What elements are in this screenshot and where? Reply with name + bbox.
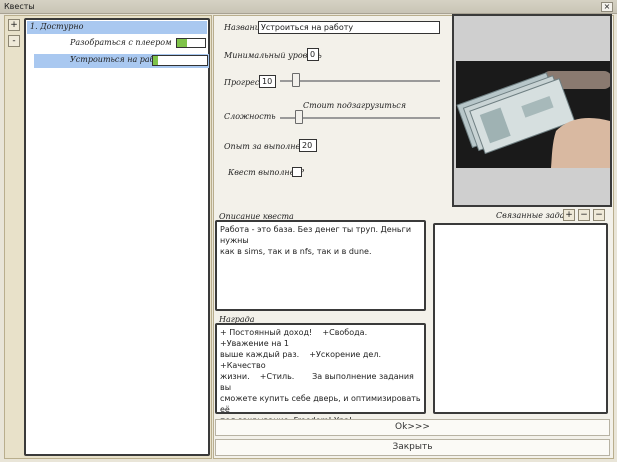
ok-button[interactable]: Ok>>> — [215, 419, 610, 436]
tree-item-progress — [152, 55, 208, 66]
tree-item-selected[interactable]: Устроиться на работу — [34, 54, 209, 68]
difficulty-label: Сложность — [224, 112, 276, 121]
difficulty-slider-thumb[interactable] — [295, 110, 303, 124]
money-photo — [456, 61, 610, 168]
linked-remove-button[interactable]: − — [578, 209, 590, 221]
reward-textarea[interactable]: + Постоянный доход! +Свобода. +Уважение … — [215, 323, 426, 425]
tree-item[interactable]: Разобраться с плеером — [27, 37, 207, 50]
done-checkbox[interactable] — [292, 167, 302, 177]
xp-field[interactable]: 20 — [299, 139, 317, 152]
difficulty-slider-track[interactable] — [280, 117, 440, 119]
min-level-field[interactable]: 0 — [307, 48, 319, 61]
tree-root-label: 1. Достурно — [30, 22, 84, 31]
remove-quest-button[interactable]: - — [8, 35, 20, 47]
close-window-button[interactable]: × — [601, 2, 613, 12]
add-quest-button[interactable]: + — [8, 19, 20, 31]
tree-root-row[interactable]: 1. Достурно — [27, 21, 207, 34]
progress-field[interactable]: 10 — [259, 75, 276, 88]
close-button[interactable]: Закрыть — [215, 439, 610, 456]
progress-label: Прогресс — [224, 78, 264, 87]
linked-third-button[interactable]: − — [593, 209, 605, 221]
title-bar: Квесты × — [0, 0, 617, 14]
description-textarea[interactable]: Работа - это база. Без денег ты труп. Де… — [215, 220, 426, 311]
tree-item-progress — [176, 38, 206, 48]
tree-item-label: Разобраться с плеером — [70, 38, 172, 47]
name-field[interactable]: Устроиться на работу — [258, 21, 440, 34]
progress-slider-thumb[interactable] — [292, 73, 300, 87]
window-title: Квесты — [4, 2, 35, 11]
quest-image-frame — [452, 14, 612, 207]
difficulty-hint: Стоит подзагрузиться — [303, 101, 407, 110]
quest-tree[interactable]: 1. Достурно Разобраться с плеером Устрои… — [24, 18, 210, 456]
linked-add-button[interactable]: + — [563, 209, 575, 221]
linked-tasks-list[interactable] — [433, 223, 608, 414]
progress-slider-track[interactable] — [280, 80, 440, 82]
